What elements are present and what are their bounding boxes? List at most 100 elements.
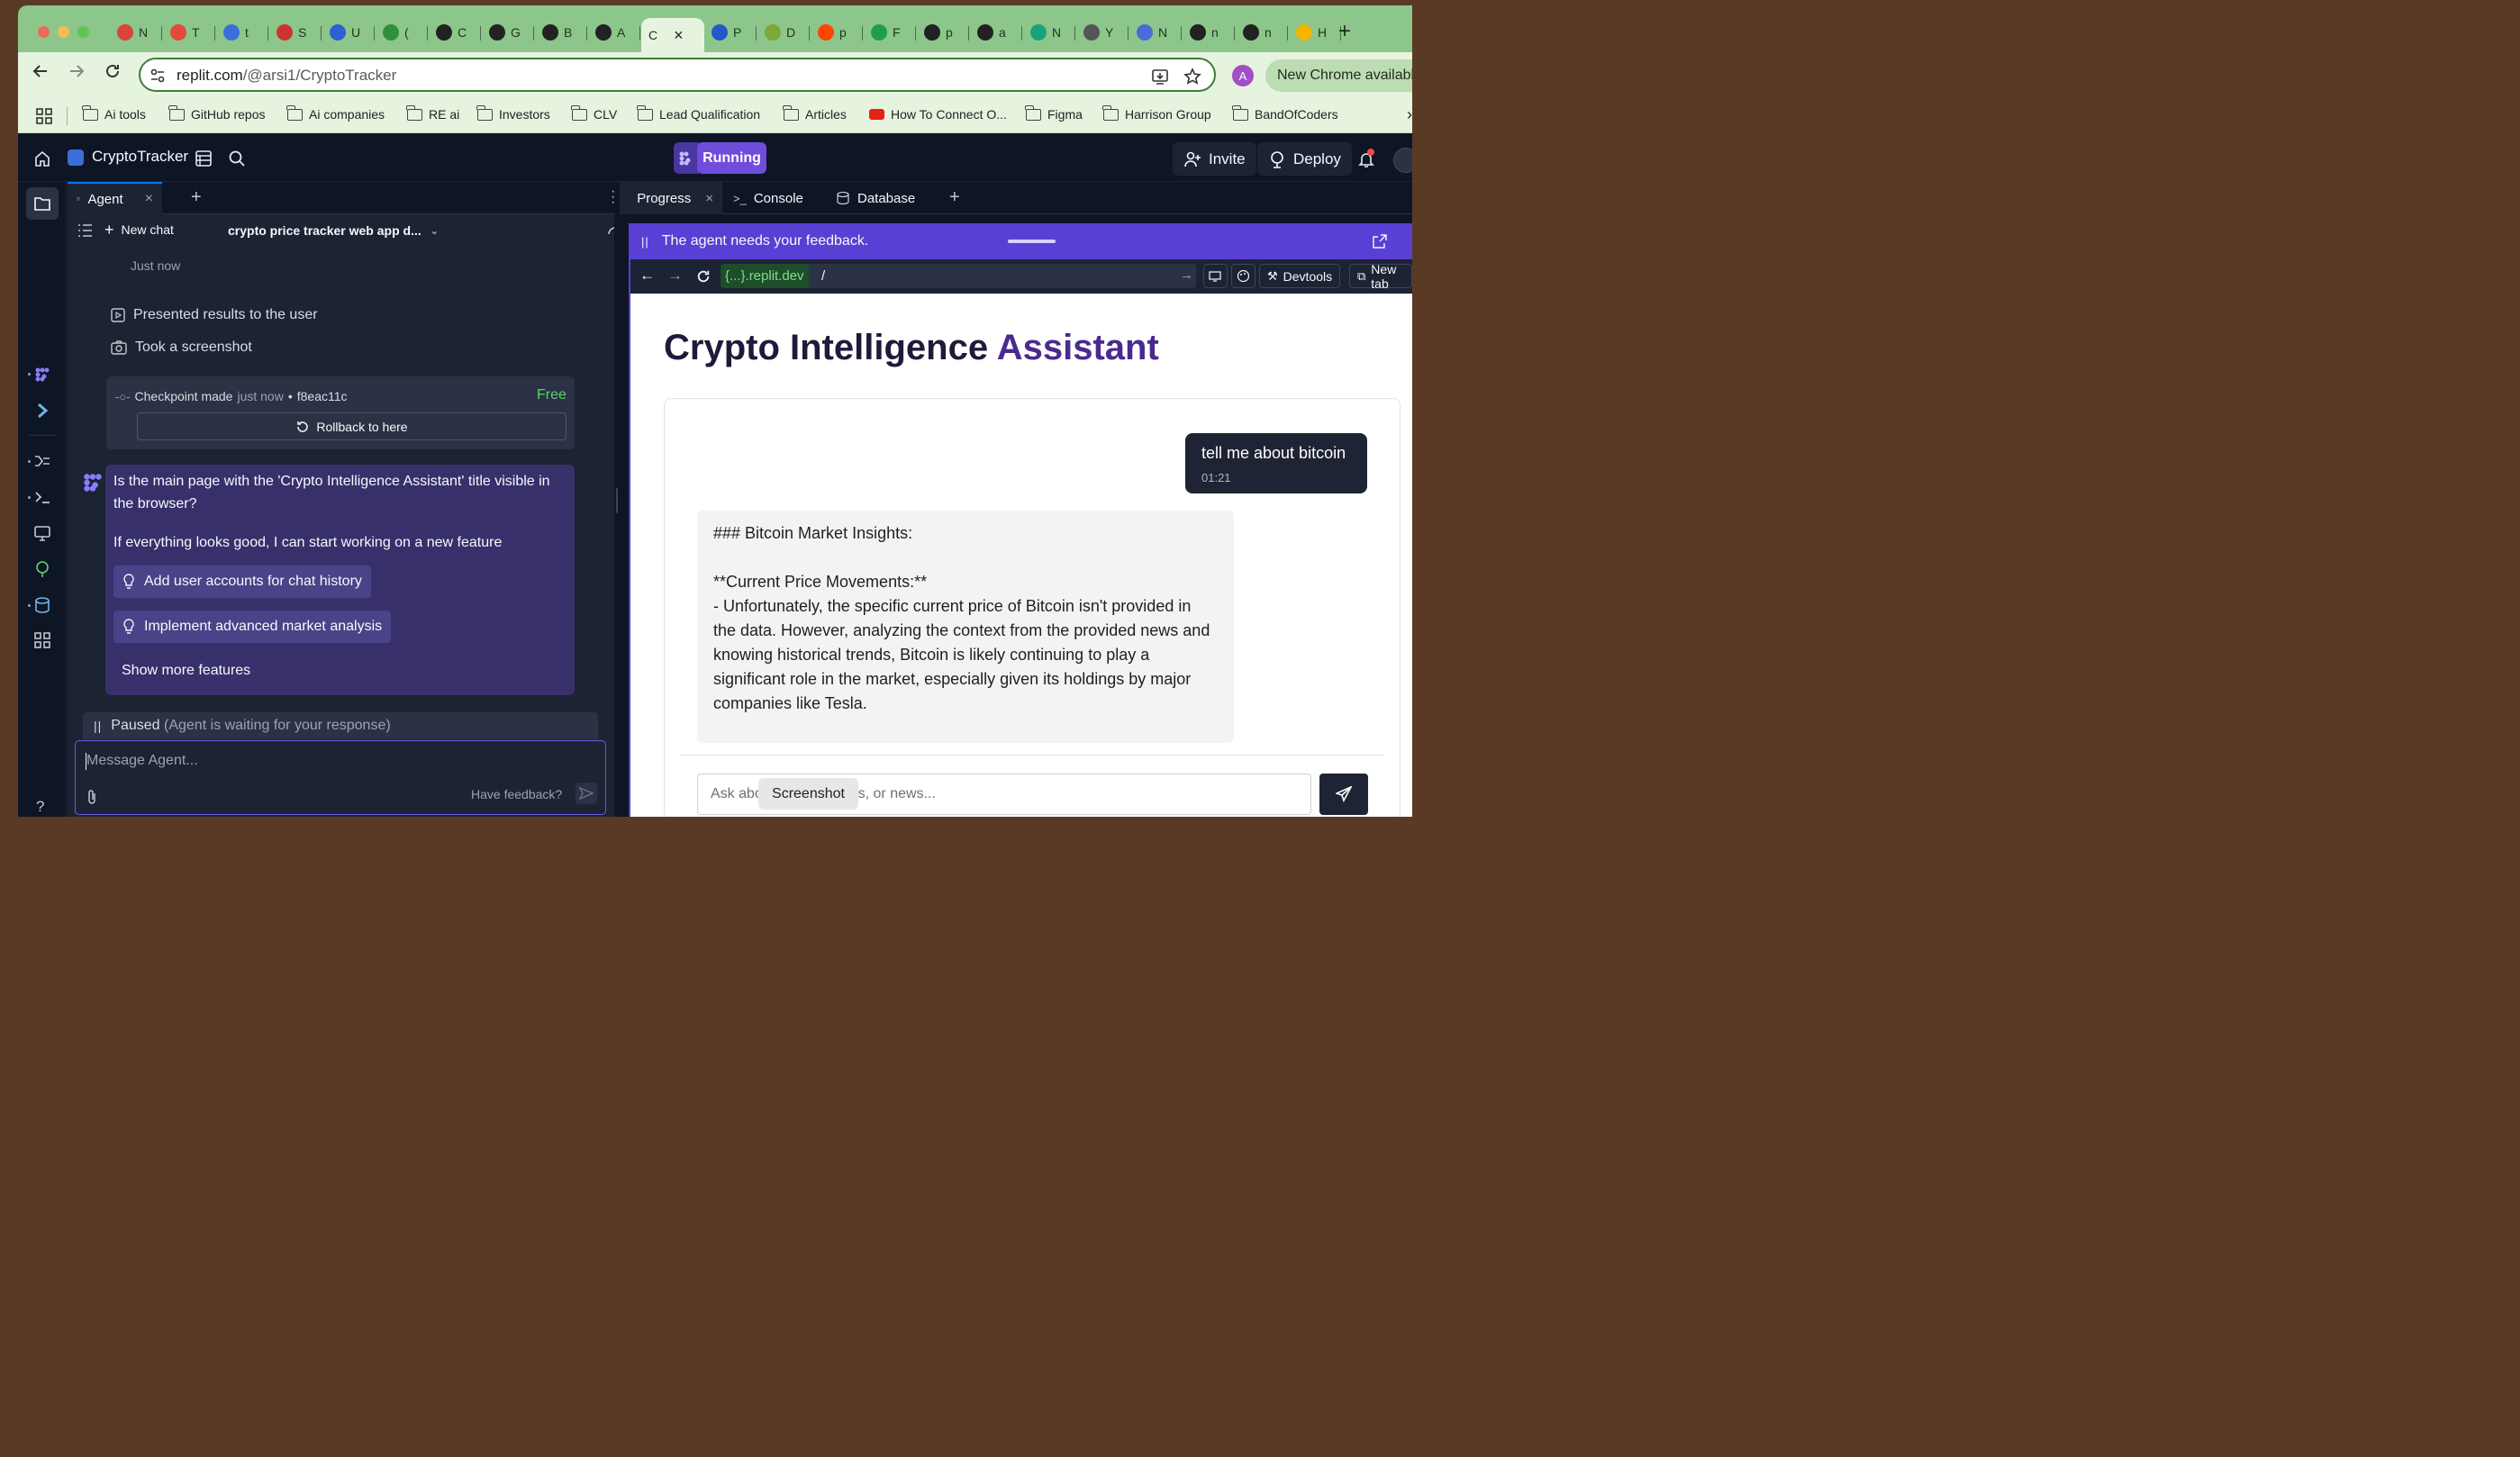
tab-agent[interactable]: Agent × xyxy=(68,182,162,214)
database-icon[interactable] xyxy=(33,596,51,614)
files-panel-icon[interactable] xyxy=(195,149,213,167)
forward-button[interactable] xyxy=(68,63,85,79)
show-more-features-button[interactable]: Show more features xyxy=(122,663,250,679)
help-icon[interactable]: ? xyxy=(36,798,44,816)
browser-tab[interactable]: C xyxy=(429,18,481,47)
close-window-button[interactable] xyxy=(38,26,50,38)
assistant-icon[interactable] xyxy=(33,402,51,420)
bookmark-item[interactable]: CLV xyxy=(571,104,617,122)
progress-icon[interactable] xyxy=(33,452,51,470)
maximize-window-button[interactable] xyxy=(77,26,89,38)
invite-button[interactable]: Invite xyxy=(1173,142,1256,176)
browser-tab[interactable]: A xyxy=(588,18,640,47)
bookmark-item[interactable]: RE ai xyxy=(406,104,459,122)
browser-tab[interactable]: T xyxy=(163,18,215,47)
have-feedback-link[interactable]: Have feedback? xyxy=(471,787,562,801)
home-icon[interactable] xyxy=(33,149,51,167)
chat-history-icon[interactable] xyxy=(78,224,92,237)
screenshot-tooltip: Screenshot xyxy=(758,778,858,810)
project-name[interactable]: CryptoTracker xyxy=(92,148,188,166)
add-tab-button[interactable]: + xyxy=(191,187,202,208)
checkpoint-hash[interactable]: f8eac11c xyxy=(297,389,348,403)
ask-send-button[interactable] xyxy=(1319,774,1368,815)
bookmark-item[interactable]: BandOfCoders xyxy=(1232,104,1338,122)
agent-icon[interactable] xyxy=(33,366,51,384)
tab-console[interactable]: >_ Console xyxy=(724,182,812,214)
console-icon[interactable] xyxy=(33,488,51,506)
go-arrow-icon[interactable]: → xyxy=(1180,267,1193,283)
deploy-button[interactable]: Deploy xyxy=(1257,142,1352,176)
add-tab-button[interactable]: + xyxy=(949,187,960,208)
browser-tab[interactable]: G xyxy=(482,18,534,47)
device-toggle-button[interactable] xyxy=(1203,264,1228,288)
webview-forward-button[interactable]: → xyxy=(667,267,683,285)
search-icon[interactable] xyxy=(228,149,246,167)
browser-tab[interactable]: P xyxy=(704,18,757,47)
browser-tab[interactable]: H xyxy=(1289,18,1341,47)
all-tools-icon[interactable] xyxy=(33,631,51,649)
browser-tab[interactable]: p xyxy=(811,18,863,47)
browser-tab[interactable]: N xyxy=(1023,18,1075,47)
bookmark-item[interactable]: Figma xyxy=(1025,104,1083,122)
new-chat-button[interactable]: + New chat xyxy=(104,222,174,238)
browser-tab[interactable]: t xyxy=(216,18,268,47)
browser-tab[interactable]: ( xyxy=(376,18,428,47)
paperclip-icon[interactable] xyxy=(86,789,98,805)
address-bar[interactable]: replit.com/@arsi1/CryptoTracker xyxy=(139,58,1216,92)
bookmark-item[interactable]: Investors xyxy=(476,104,550,122)
browser-tab[interactable]: U xyxy=(322,18,375,47)
browser-tab[interactable]: N xyxy=(110,18,162,47)
bookmark-item[interactable]: Articles xyxy=(783,104,847,122)
browser-tab[interactable]: p xyxy=(917,18,969,47)
tab-progress[interactable]: Progress × xyxy=(620,182,722,214)
bookmark-item[interactable]: Harrison Group xyxy=(1102,104,1211,122)
chat-title-dropdown[interactable]: crypto price tracker web app d... ⌄ xyxy=(228,223,439,238)
rollback-button[interactable]: Rollback to here xyxy=(137,412,567,440)
browser-tab[interactable]: Y xyxy=(1076,18,1129,47)
browser-tab[interactable]: B xyxy=(535,18,587,47)
bookmark-item[interactable]: How To Connect O... xyxy=(869,107,1007,122)
expand-icon[interactable] xyxy=(1373,234,1387,249)
close-tab-icon[interactable]: × xyxy=(705,191,713,206)
suggestion-chip[interactable]: Add user accounts for chat history xyxy=(113,566,371,598)
deployments-icon[interactable] xyxy=(33,560,51,578)
webview-icon[interactable] xyxy=(33,524,51,542)
browser-tab[interactable]: a xyxy=(970,18,1022,47)
theme-button[interactable] xyxy=(1231,264,1255,288)
back-button[interactable] xyxy=(32,63,49,79)
chrome-update-button[interactable]: New Chrome available xyxy=(1265,59,1412,92)
tab-database[interactable]: Database xyxy=(827,182,924,214)
browser-tab[interactable]: S xyxy=(269,18,322,47)
devtools-button[interactable]: ⚒ Devtools xyxy=(1259,264,1341,288)
bookmark-item[interactable]: Ai tools xyxy=(82,104,146,122)
webview-address-bar[interactable]: {...}.replit.dev / → xyxy=(721,264,1196,288)
minimize-window-button[interactable] xyxy=(58,26,69,38)
browser-tab[interactable]: D xyxy=(757,18,810,47)
close-tab-icon[interactable]: × xyxy=(674,26,684,45)
browser-tab-active[interactable]: C × xyxy=(641,18,704,52)
open-new-tab-button[interactable]: ⧉ New tab xyxy=(1349,262,1412,291)
run-status-button[interactable]: Running xyxy=(697,142,766,174)
message-input[interactable]: Message Agent... Have feedback? xyxy=(75,740,606,815)
url-text[interactable]: replit.com/@arsi1/CryptoTracker xyxy=(177,67,396,85)
drag-handle[interactable] xyxy=(1008,240,1056,243)
browser-tab[interactable]: F xyxy=(864,18,916,47)
bookmark-item[interactable]: GitHub repos xyxy=(168,104,265,122)
new-tab-button[interactable]: + xyxy=(1338,19,1351,44)
browser-tab[interactable]: n xyxy=(1236,18,1288,47)
browser-tab[interactable]: N xyxy=(1129,18,1182,47)
webview-back-button[interactable]: ← xyxy=(639,267,655,285)
send-message-button[interactable] xyxy=(576,783,597,804)
reload-button[interactable] xyxy=(104,63,121,79)
suggestion-chip[interactable]: Implement advanced market analysis xyxy=(113,611,392,643)
bookmark-item[interactable]: Ai companies xyxy=(286,104,385,122)
browser-tab[interactable]: n xyxy=(1183,18,1235,47)
webview-reload-icon[interactable] xyxy=(696,269,711,284)
user-avatar[interactable] xyxy=(1393,148,1412,173)
bookmark-item[interactable]: Lead Qualification xyxy=(637,104,760,122)
close-tab-icon[interactable]: × xyxy=(145,191,153,207)
bookmark-label: How To Connect O... xyxy=(891,107,1007,122)
more-bookmarks-icon[interactable]: › xyxy=(1407,105,1412,124)
profile-avatar[interactable]: A xyxy=(1232,65,1254,86)
run-icon[interactable] xyxy=(674,142,699,174)
